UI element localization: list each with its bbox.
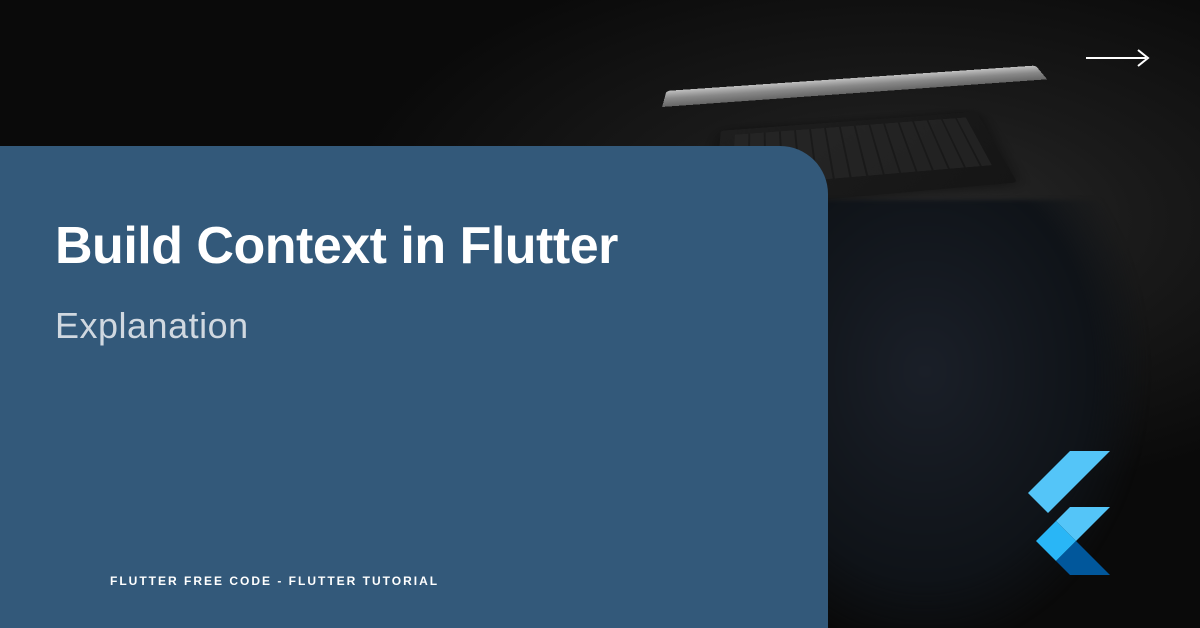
footer-credit: FLUTTER FREE CODE - FLUTTER TUTORIAL [55,574,773,588]
page-title: Build Context in Flutter [55,218,773,275]
flutter-logo-icon [1010,451,1110,580]
page-subtitle: Explanation [55,305,773,347]
arrow-right-icon [1084,48,1152,73]
content-card: Build Context in Flutter Explanation FLU… [0,146,828,628]
laptop-edge-decoration [662,66,1047,107]
